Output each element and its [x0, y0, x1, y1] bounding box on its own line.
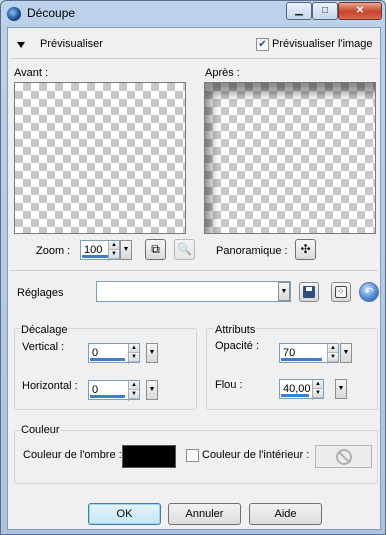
interior-color-checkbox[interactable]	[186, 449, 199, 462]
opacity-down-icon: ▼	[328, 353, 338, 362]
collapse-preview-icon[interactable]	[17, 42, 25, 48]
interior-color-label: Couleur de l'intérieur :	[202, 449, 310, 461]
horizontal-down-icon: ▼	[129, 390, 139, 399]
vertical-dropdown-icon[interactable]: ▼	[146, 343, 158, 363]
presets-label: Réglages	[17, 287, 64, 299]
vertical-up-icon: ▲	[129, 344, 139, 353]
title-bar[interactable]: Découpe ▁ □ ✕	[1, 1, 385, 26]
zoom-magnify-icon: 🔍	[174, 239, 195, 260]
vertical-input[interactable]: 0 ▲ ▼	[88, 343, 140, 364]
show-image-checkbox[interactable]: ✔	[256, 38, 269, 51]
color-title: Couleur	[20, 424, 61, 436]
before-preview[interactable]	[14, 82, 186, 234]
maximize-button[interactable]: □	[312, 2, 338, 20]
dialog-body: Prévisualiser ✔ Prévisualiser l'image Av…	[7, 27, 381, 530]
opacity-label: Opacité :	[215, 340, 260, 352]
blur-dropdown-icon[interactable]: ▼	[335, 379, 347, 399]
save-preset-icon[interactable]	[299, 282, 319, 302]
presets-dropdown-icon: ▼	[278, 282, 290, 301]
window-title: Découpe	[27, 6, 76, 20]
attributes-title: Attributs	[214, 324, 257, 336]
vertical-label: Vertical :	[22, 341, 65, 353]
horizontal-dropdown-icon[interactable]: ▼	[146, 380, 158, 400]
zoom-fit-icon[interactable]: ⧉	[145, 239, 166, 260]
minimize-button[interactable]: ▁	[286, 2, 312, 20]
before-label: Avant :	[14, 67, 49, 79]
offset-title: Décalage	[20, 324, 69, 336]
dialog-window: Découpe ▁ □ ✕ Prévisualiser ✔ Prévisuali…	[0, 0, 386, 535]
opacity-up-icon: ▲	[328, 344, 338, 353]
close-button[interactable]: ✕	[338, 2, 382, 20]
ok-button[interactable]: OK	[88, 503, 161, 525]
zoom-down-icon: ▼	[109, 250, 119, 259]
blur-label: Flou :	[215, 379, 243, 391]
zoom-up-icon: ▲	[109, 241, 119, 250]
pan-label: Panoramique :	[216, 245, 288, 257]
opacity-input[interactable]: 70 ▲ ▼	[279, 343, 339, 364]
shadow-color-swatch[interactable]	[122, 445, 176, 468]
help-button[interactable]: Aide	[249, 503, 322, 525]
blur-input[interactable]: 40,00 ▲ ▼	[279, 379, 324, 400]
opacity-dropdown-icon[interactable]: ▼	[340, 343, 352, 363]
divider	[10, 58, 378, 59]
preview-section-label: Prévisualiser	[40, 38, 103, 50]
zoom-input[interactable]: 100 ▲ ▼	[80, 240, 120, 261]
vertical-down-icon: ▼	[129, 353, 139, 362]
show-image-label: Prévisualiser l'image	[272, 38, 373, 50]
shadow-color-label: Couleur de l'ombre :	[23, 449, 122, 461]
cancel-button[interactable]: Annuler	[168, 503, 241, 525]
blur-up-icon: ▲	[313, 380, 323, 389]
blur-down-icon: ▼	[313, 389, 323, 398]
reset-icon[interactable]: ↶	[359, 282, 379, 302]
horizontal-up-icon: ▲	[129, 381, 139, 390]
zoom-label: Zoom :	[36, 245, 71, 257]
pan-icon[interactable]: ✣	[295, 239, 316, 260]
after-preview[interactable]	[204, 82, 376, 234]
divider	[10, 270, 378, 271]
presets-combo[interactable]: ▼	[96, 281, 291, 302]
randomize-icon[interactable]: ⁘	[331, 282, 351, 302]
after-label: Après :	[205, 67, 240, 79]
app-icon	[7, 7, 21, 21]
horizontal-label: Horizontal :	[22, 380, 78, 392]
interior-color-swatch	[315, 445, 372, 468]
zoom-dropdown-icon[interactable]: ▼	[120, 240, 132, 260]
horizontal-input[interactable]: 0 ▲ ▼	[88, 380, 140, 401]
